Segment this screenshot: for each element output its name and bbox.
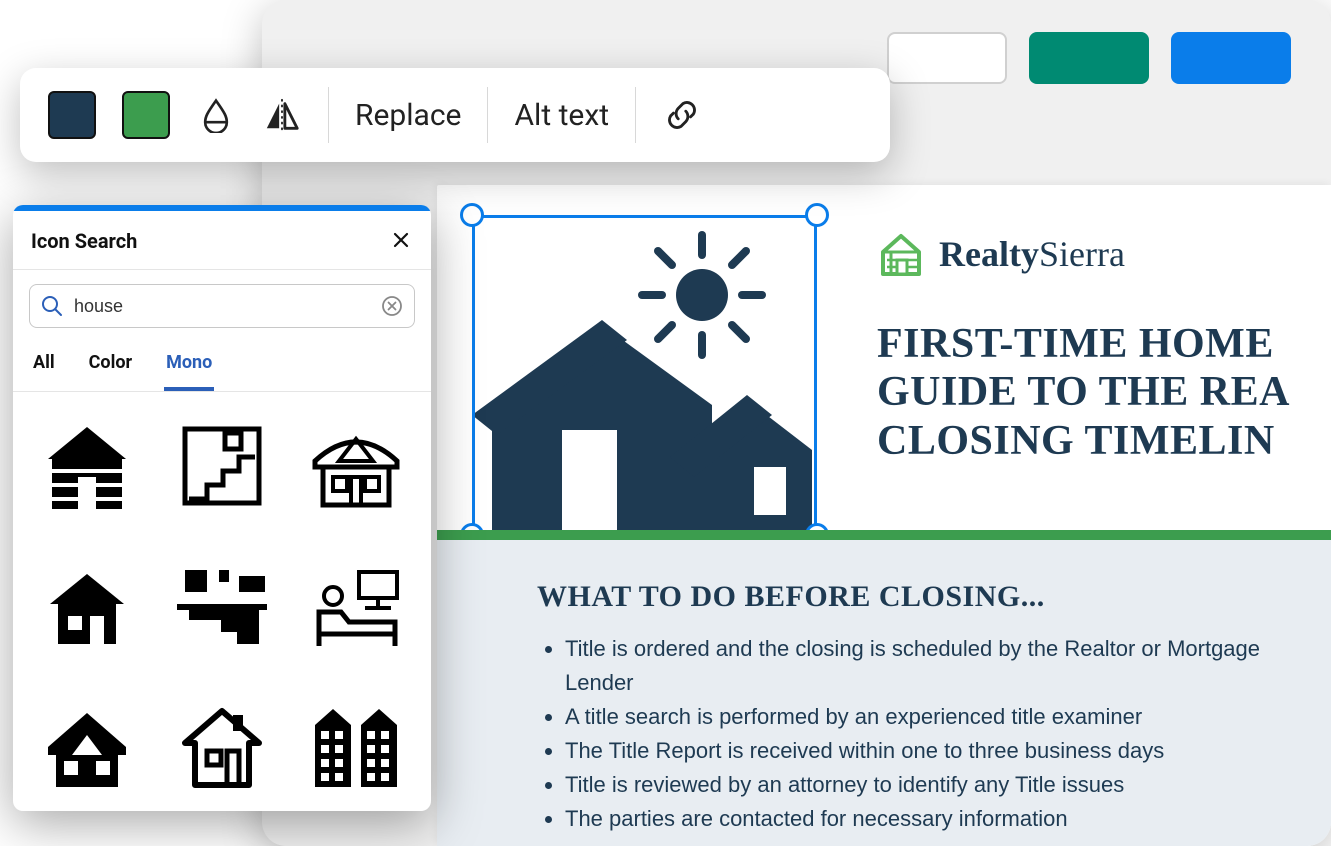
brand-logo: RealtySierra — [877, 230, 1125, 278]
log-cabin-icon[interactable] — [37, 416, 137, 516]
icon-search-panel: Icon Search All Color Mono — [13, 205, 431, 811]
context-toolbar: Replace Alt text — [20, 68, 890, 162]
selection-frame — [472, 215, 817, 535]
doc-header: RealtySierra FIRST-TIME HOME GUIDE TO TH… — [437, 185, 1331, 535]
cottage-icon[interactable] — [306, 416, 406, 516]
small-house-icon[interactable] — [37, 557, 137, 657]
topbar-outline-button[interactable] — [887, 32, 1007, 84]
selection-handle-tr[interactable] — [805, 203, 829, 227]
house-logo-icon — [877, 230, 925, 278]
section-title: WHAT TO DO BEFORE CLOSING... — [537, 580, 1261, 614]
doc-body: WHAT TO DO BEFORE CLOSING... Title is or… — [437, 540, 1331, 846]
search-wrap — [13, 270, 431, 342]
green-divider — [437, 530, 1331, 540]
alt-text-button[interactable]: Alt text — [514, 98, 609, 133]
apartments-icon[interactable] — [306, 698, 406, 798]
bullet-list: Title is ordered and the closing is sche… — [537, 632, 1261, 837]
document-canvas[interactable]: RealtySierra FIRST-TIME HOME GUIDE TO TH… — [437, 185, 1331, 846]
list-item: A title search is performed by an experi… — [565, 700, 1261, 734]
list-item: Title is reviewed by an attorney to iden… — [565, 768, 1261, 802]
brand-name: RealtySierra — [939, 233, 1125, 275]
link-icon — [663, 96, 701, 134]
close-button[interactable] — [389, 225, 413, 257]
clear-search-icon[interactable] — [381, 295, 403, 317]
topbar-blue-button[interactable] — [1171, 32, 1291, 84]
house-outline-icon[interactable] — [172, 698, 272, 798]
roof-house-icon[interactable] — [37, 698, 137, 798]
bedroom-icon[interactable] — [306, 557, 406, 657]
doc-headline: FIRST-TIME HOME GUIDE TO THE REA CLOSING… — [877, 320, 1290, 465]
tab-color[interactable]: Color — [87, 342, 134, 391]
selected-graphic[interactable] — [472, 215, 817, 535]
tab-mono[interactable]: Mono — [164, 342, 214, 391]
list-item: The Title Report is received within one … — [565, 734, 1261, 768]
search-icon — [41, 295, 63, 317]
split-stairs-icon[interactable] — [172, 557, 272, 657]
selection-handle-tl[interactable] — [460, 203, 484, 227]
flip-icon — [263, 96, 301, 134]
separator — [487, 87, 488, 143]
droplet-icon — [198, 97, 234, 133]
stairs-house-icon[interactable] — [172, 416, 272, 516]
list-item: The parties are contacted for necessary … — [565, 802, 1261, 836]
opacity-button[interactable] — [196, 95, 236, 135]
flip-button[interactable] — [262, 95, 302, 135]
separator — [635, 87, 636, 143]
panel-header: Icon Search — [13, 211, 431, 269]
list-item: Title is ordered and the closing is sche… — [565, 632, 1261, 700]
close-icon — [393, 232, 409, 248]
tab-all[interactable]: All — [31, 342, 57, 391]
filter-tabs: All Color Mono — [13, 342, 431, 392]
color-swatch-1[interactable] — [48, 91, 96, 139]
topbar-teal-button[interactable] — [1029, 32, 1149, 84]
panel-title: Icon Search — [31, 229, 137, 253]
search-input[interactable] — [29, 284, 415, 328]
separator — [328, 87, 329, 143]
results-grid — [13, 392, 431, 811]
search-field — [29, 284, 415, 328]
color-swatch-2[interactable] — [122, 91, 170, 139]
replace-button[interactable]: Replace — [355, 98, 461, 133]
link-button[interactable] — [662, 95, 702, 135]
